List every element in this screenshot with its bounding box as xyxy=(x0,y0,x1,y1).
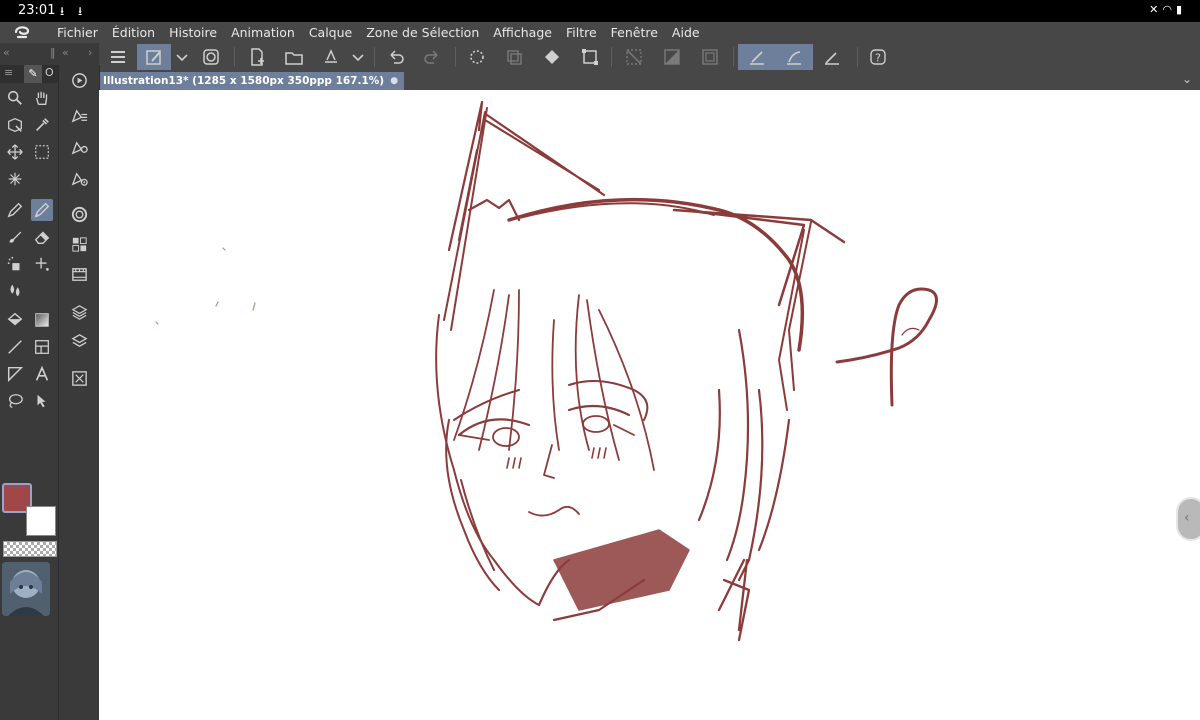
tool-panel-tab[interactable]: O xyxy=(45,66,54,79)
expand-right-icon[interactable]: › xyxy=(88,46,92,59)
copy-icon[interactable] xyxy=(497,44,531,70)
correct-line-icon[interactable] xyxy=(31,390,53,412)
sketch-artwork xyxy=(155,100,938,642)
loading-icon[interactable] xyxy=(460,44,494,70)
document-tab[interactable]: Illustration13* (1285 x 1580px 350ppp 16… xyxy=(99,72,405,90)
battery-icon: ▮ xyxy=(1175,3,1186,16)
svg-text:?: ? xyxy=(875,52,881,65)
marquee-icon[interactable] xyxy=(31,141,53,163)
tool-panel-header: ≡ ✎ O xyxy=(0,65,58,83)
magic-wand-icon[interactable] xyxy=(4,168,26,190)
gradient-icon[interactable] xyxy=(31,309,53,331)
drawing-canvas[interactable] xyxy=(99,90,1200,720)
tool-property-icon[interactable] xyxy=(68,136,90,158)
chevron-down-icon[interactable] xyxy=(347,44,369,70)
eraser-icon[interactable] xyxy=(31,226,53,248)
side-panel-handle[interactable]: ‹ xyxy=(1176,497,1200,541)
menu-icon[interactable] xyxy=(101,44,135,70)
snap-ruler-icon[interactable] xyxy=(738,44,775,70)
operation-icon[interactable] xyxy=(4,114,26,136)
layers-icon[interactable] xyxy=(68,330,90,352)
status-time: 23:01 xyxy=(18,3,56,18)
menu-fenetre[interactable]: Fenêtre xyxy=(604,25,665,40)
menu-animation[interactable]: Animation xyxy=(224,25,302,40)
snap-grid-icon[interactable] xyxy=(815,44,849,70)
mute-icon: ✕ xyxy=(1149,3,1163,16)
ribbon-icon[interactable] xyxy=(194,44,228,70)
deselect-icon[interactable] xyxy=(617,44,651,70)
drag-handle-icon[interactable]: ‖ xyxy=(50,46,56,59)
menu-fichier[interactable]: Fichier xyxy=(50,25,105,40)
download-icon: ⭳ xyxy=(60,4,65,18)
menu-aide[interactable]: Aide xyxy=(665,25,707,40)
color-set-icon[interactable] xyxy=(68,233,90,255)
tool-panel: ≡ ✎ O xyxy=(0,65,58,720)
collapse-left-icon[interactable]: « xyxy=(3,46,10,59)
new-canvas-icon[interactable] xyxy=(137,44,171,70)
layer-search-icon[interactable] xyxy=(68,367,90,389)
color-wheel-icon[interactable] xyxy=(68,203,90,225)
airbrush-icon[interactable] xyxy=(4,253,26,275)
system-status-icons: ✕◠▮ xyxy=(1149,3,1186,16)
chevron-down-icon[interactable]: ⌄ xyxy=(1182,72,1192,86)
command-bar: ? xyxy=(99,43,1200,71)
status-bar: 23:01 ⭳ ⭳ ✕◠▮ xyxy=(0,0,1200,22)
hand-icon[interactable] xyxy=(31,87,53,109)
open-folder-icon[interactable] xyxy=(277,44,311,70)
decoration-icon[interactable] xyxy=(31,253,53,275)
canvas-tab-bar: Illustration13* (1285 x 1580px 350ppp 16… xyxy=(99,71,1200,90)
help-icon[interactable]: ? xyxy=(861,44,895,70)
crop-icon[interactable] xyxy=(693,44,727,70)
redo-icon[interactable] xyxy=(415,44,449,70)
pencil-icon[interactable] xyxy=(31,199,53,221)
menu-bar: Fichier Édition Histoire Animation Calqu… xyxy=(0,22,1200,43)
fill-icon[interactable] xyxy=(4,309,26,331)
ruler-icon[interactable] xyxy=(4,363,26,385)
magnifier-icon[interactable] xyxy=(4,87,26,109)
menu-zone-selection[interactable]: Zone de Sélection xyxy=(359,25,486,40)
app-logo-icon[interactable] xyxy=(12,24,34,41)
brush-icon[interactable] xyxy=(4,226,26,248)
pen-icon[interactable] xyxy=(4,199,26,221)
wifi-icon: ◠ xyxy=(1162,3,1176,16)
sub-color-swatch[interactable] xyxy=(26,506,56,536)
invert-selection-icon[interactable] xyxy=(655,44,689,70)
timeline-icon[interactable] xyxy=(68,263,90,285)
text-icon[interactable] xyxy=(31,363,53,385)
lasso-icon[interactable] xyxy=(4,390,26,412)
menu-edition[interactable]: Édition xyxy=(105,25,162,40)
brush-size-icon[interactable] xyxy=(68,167,90,189)
transparent-color-swatch[interactable] xyxy=(3,541,57,557)
line-icon[interactable] xyxy=(4,336,26,358)
chevron-down-icon[interactable] xyxy=(171,44,193,70)
move-icon[interactable] xyxy=(4,141,26,163)
fill-icon[interactable] xyxy=(535,44,569,70)
download-icon: ⭳ xyxy=(78,4,83,18)
panel-menu-icon[interactable]: ≡ xyxy=(4,66,13,79)
avatar[interactable] xyxy=(2,562,50,616)
menu-affichage[interactable]: Affichage xyxy=(486,25,559,40)
chevron-left-icon: ‹ xyxy=(1184,510,1190,526)
palette-bar xyxy=(58,65,100,720)
panel-collapse-strip: « ‖ « › xyxy=(0,43,99,65)
sketch-strokes xyxy=(155,100,938,642)
document-tab-title: Illustration13* (1285 x 1580px 350ppp 16… xyxy=(103,75,385,87)
menu-calque[interactable]: Calque xyxy=(302,25,359,40)
menu-filtre[interactable]: Filtre xyxy=(559,25,604,40)
material-icon[interactable] xyxy=(68,301,90,323)
unsaved-dot-icon: ● xyxy=(390,76,399,86)
navigator-icon[interactable] xyxy=(68,69,90,91)
eyedropper-icon[interactable] xyxy=(31,114,53,136)
menu-histoire[interactable]: Histoire xyxy=(162,25,224,40)
snap-special-ruler-icon[interactable] xyxy=(775,44,813,70)
transform-icon[interactable] xyxy=(573,44,607,70)
collapse-left-icon[interactable]: « xyxy=(62,46,69,59)
blend-icon[interactable] xyxy=(4,279,26,301)
frame-icon[interactable] xyxy=(31,336,53,358)
save-icon[interactable] xyxy=(314,44,348,70)
new-file-icon[interactable] xyxy=(240,44,274,70)
undo-icon[interactable] xyxy=(379,44,413,70)
layer-property-icon[interactable] xyxy=(68,104,90,126)
pen-tab-icon[interactable]: ✎ xyxy=(24,65,42,83)
